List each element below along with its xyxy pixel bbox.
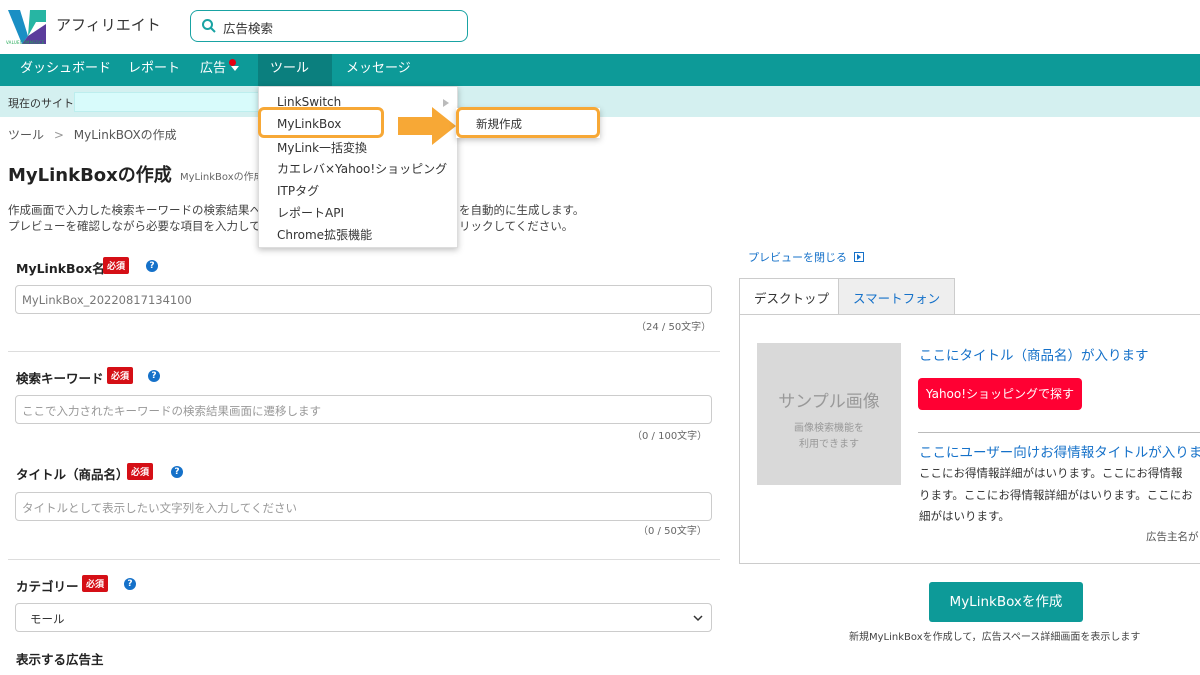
sample-image-title: サンプル画像 [778, 392, 880, 412]
search-icon [202, 19, 216, 33]
chevron-down-icon [231, 66, 240, 71]
current-site-select[interactable] [74, 92, 259, 112]
menu-item-report-api[interactable]: レポートAPI [277, 204, 344, 221]
preview-product-title[interactable]: ここにタイトル（商品名）が入ります [919, 344, 1149, 364]
app-title: アフィリエイト [56, 16, 161, 34]
logo-caption: VALUECOMMERCE [6, 40, 45, 45]
chevron-right-icon [443, 99, 449, 107]
breadcrumb-separator: > [53, 128, 64, 142]
mylinkbox-highlight [258, 107, 384, 138]
required-badge: 必須 [82, 575, 109, 592]
preview-advertiser-name: 広告主名が [1146, 531, 1199, 543]
create-note: 新規MyLinkBoxを作成して，広告スペース詳細画面を表示します [849, 632, 1141, 643]
name-field-label: MyLinkBox名 [16, 261, 105, 276]
preview-deal-line1: ここにお得情報詳細がはいります。ここにお得情報 [919, 466, 1183, 480]
collapse-icon [853, 252, 864, 262]
menu-item-chrome-extension[interactable]: Chrome拡張機能 [277, 226, 372, 243]
nav-messages[interactable]: メッセージ [334, 54, 423, 86]
search-box[interactable]: 広告検索 [190, 10, 468, 42]
notification-dot-icon [229, 59, 236, 66]
description-line1-b: を自動的に生成します。 [459, 203, 585, 217]
name-counter: （24 / 50文字） [636, 322, 712, 333]
tab-desktop[interactable]: デスクトップ [739, 278, 845, 314]
main-navbar: ダッシュボード レポート 広告 ツール メッセージ [0, 54, 1200, 101]
title-input[interactable]: タイトルとして表示したい文字列を入力してください [15, 492, 712, 521]
help-icon[interactable]: ? [124, 578, 136, 590]
page-subtitle: MyLinkBoxの作成 [180, 172, 264, 183]
current-site-label: 現在のサイト [8, 97, 74, 110]
description-line2-a: プレビューを確認しながら必要な項目を入力して [8, 219, 261, 233]
description-line2-b: リックしてください。 [459, 219, 574, 233]
yahoo-shopping-button[interactable]: Yahoo!ショッピングで探す [918, 378, 1082, 410]
nav-ads[interactable]: 広告 [188, 54, 251, 86]
description-line1-a: 作成画面で入力した検索キーワードの検索結果へ [8, 203, 261, 217]
help-icon[interactable]: ? [146, 260, 158, 272]
header: VALUECOMMERCE アフィリエイト 広告検索 [0, 0, 1200, 54]
preview-close-label: プレビューを閉じる [748, 251, 847, 264]
advertiser-field-label: 表示する広告主 [16, 652, 104, 667]
required-badge: 必須 [103, 257, 130, 274]
keyword-input[interactable]: ここで入力されたキーワードの検索結果画面に遷移します [15, 395, 712, 424]
category-select-value: モール [30, 612, 65, 626]
divider [8, 559, 720, 560]
menu-item-itp-tag[interactable]: ITPタグ [277, 182, 319, 199]
title-field-label: タイトル（商品名） [16, 467, 129, 482]
menu-item-kaereba-yahoo[interactable]: カエレバ×Yahoo!ショッピング [277, 160, 447, 177]
chevron-down-icon [693, 615, 703, 622]
category-select[interactable]: モール [15, 603, 712, 632]
nav-dashboard[interactable]: ダッシュボード [8, 54, 123, 86]
nav-ads-label: 広告 [200, 61, 227, 76]
sample-image-sub1: 画像検索機能を [794, 423, 864, 434]
help-icon[interactable]: ? [148, 370, 160, 382]
preview-deal-title[interactable]: ここにユーザー向けお得情報タイトルが入りま [919, 441, 1200, 461]
required-badge: 必須 [127, 463, 154, 480]
new-create-highlight [456, 107, 600, 138]
tab-smartphone[interactable]: スマートフォン [838, 278, 956, 314]
preview-deal-line3: 細がはいります。 [919, 509, 1010, 523]
search-input[interactable]: 広告検索 [223, 18, 273, 37]
menu-item-mylink-bulk[interactable]: MyLink一括変換 [277, 139, 367, 156]
title-counter: （0 / 50文字） [638, 526, 707, 537]
divider [8, 351, 720, 352]
nav-tools[interactable]: ツール [258, 54, 332, 101]
breadcrumb: ツール > MyLinkBOXの作成 [8, 126, 177, 143]
nav-tools-label: ツール [270, 61, 310, 76]
name-input[interactable]: MyLinkBox_20220817134100 [15, 285, 712, 314]
breadcrumb-current: MyLinkBOXの作成 [73, 128, 177, 142]
current-site-bar: 現在のサイト [0, 86, 1200, 117]
preview-close-link[interactable]: プレビューを閉じる [748, 249, 864, 265]
sample-image: サンプル画像 画像検索機能を 利用できます [757, 343, 901, 485]
required-badge: 必須 [107, 367, 134, 384]
category-field-label: カテゴリー [16, 579, 79, 594]
help-icon[interactable]: ? [171, 466, 183, 478]
breadcrumb-root[interactable]: ツール [8, 128, 44, 142]
create-mylinkbox-button[interactable]: MyLinkBoxを作成 [929, 582, 1083, 622]
keyword-field-label: 検索キーワード [16, 371, 104, 386]
arrow-right-icon [398, 107, 456, 145]
keyword-counter: （0 / 100文字） [632, 431, 708, 442]
divider [918, 432, 1200, 433]
nav-report[interactable]: レポート [116, 54, 192, 86]
sample-image-sub2: 利用できます [799, 439, 859, 450]
preview-deal-line2: ります。ここにお得情報詳細がはいります。ここにお [919, 488, 1193, 502]
page-title: MyLinkBoxの作成 [8, 165, 172, 186]
